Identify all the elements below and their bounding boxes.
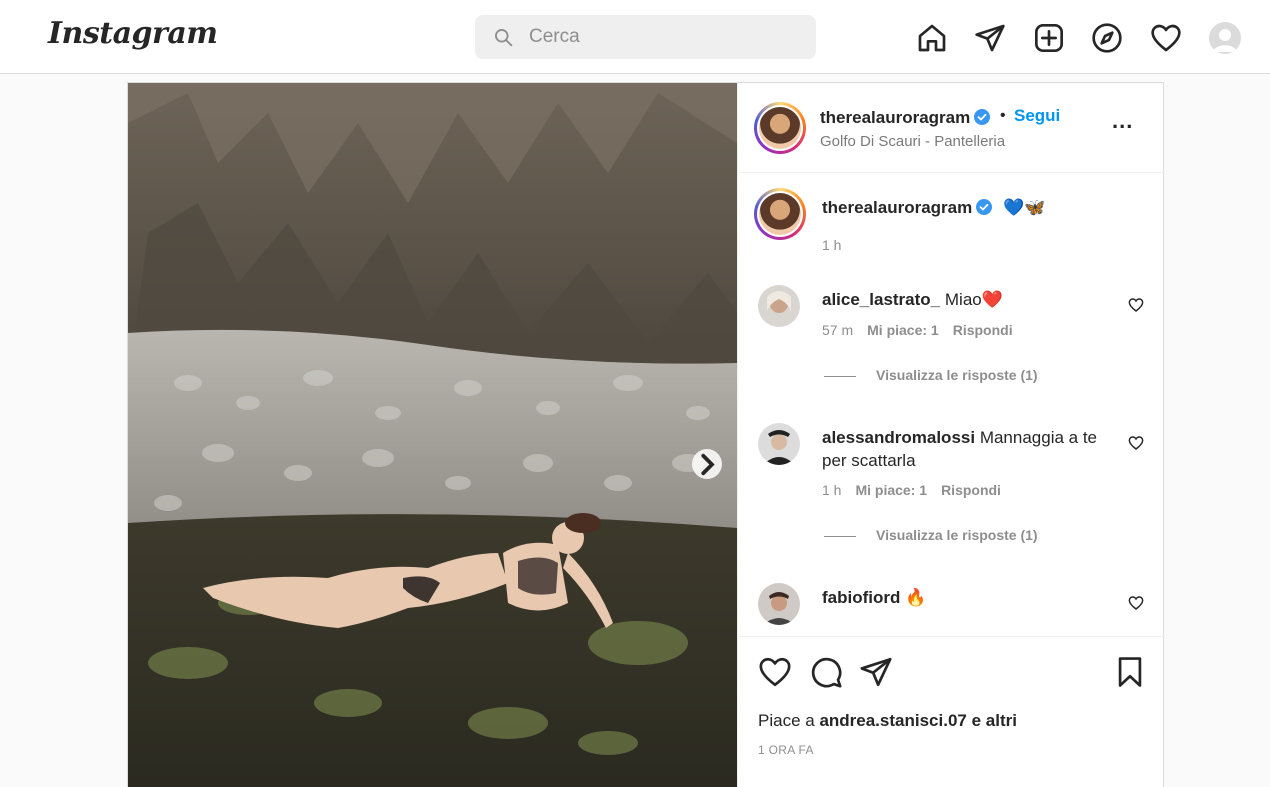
comments-list[interactable]: therealauroragram 💙🦋 1 h alice_lastrato_… xyxy=(738,174,1165,636)
caption-username[interactable]: therealauroragram xyxy=(822,198,972,217)
caption: therealauroragram 💙🦋 xyxy=(822,198,1045,218)
comment-text: fabiofiord 🔥 xyxy=(822,588,927,607)
follow-button[interactable]: Segui xyxy=(1014,106,1060,126)
comment-like-icon[interactable] xyxy=(1128,435,1144,451)
comment-like-icon[interactable] xyxy=(1128,297,1144,313)
post-actions: Piace a andrea.stanisci.07 e altri 1 ORA… xyxy=(738,636,1165,787)
separator-dot: • xyxy=(1000,107,1006,124)
caption-avatar[interactable] xyxy=(754,188,806,240)
commenter-avatar[interactable] xyxy=(758,583,800,625)
post-location[interactable]: Golfo Di Scauri - Pantelleria xyxy=(820,133,1005,150)
post-card: therealauroragram • Segui Golfo Di Scaur… xyxy=(127,82,1165,787)
comment-icon[interactable] xyxy=(809,655,843,689)
next-photo-button[interactable] xyxy=(692,449,722,479)
comment-likes-count[interactable]: Mi piace: 1 xyxy=(867,322,939,338)
author-username[interactable]: therealauroragram xyxy=(820,108,991,128)
search-box[interactable] xyxy=(475,15,816,59)
comment-text: alessandromalossi Mannaggia a te per sca… xyxy=(822,428,1098,470)
commenter-avatar[interactable] xyxy=(758,285,800,327)
comment-username[interactable]: alessandromalossi xyxy=(822,428,975,447)
view-replies-button[interactable]: Visualizza le risposte (1) xyxy=(824,527,1038,543)
comment-time[interactable]: 57 m xyxy=(822,322,853,338)
direct-icon[interactable] xyxy=(972,20,1008,56)
caption-time[interactable]: 1 h xyxy=(822,237,841,253)
comment-time[interactable]: 1 h xyxy=(822,482,841,498)
chevron-right-icon xyxy=(701,453,715,475)
liked-by: Piace a andrea.stanisci.07 e altri xyxy=(758,711,1017,730)
comment-likes-count[interactable]: Mi piace: 1 xyxy=(855,482,927,498)
verified-badge-icon xyxy=(976,199,993,215)
post-photo[interactable] xyxy=(128,83,737,787)
liked-by-username[interactable]: andrea.stanisci.07 xyxy=(819,711,966,730)
verified-badge-icon xyxy=(974,109,991,125)
post-header: therealauroragram • Segui Golfo Di Scaur… xyxy=(738,83,1165,173)
commenter-avatar[interactable] xyxy=(758,423,800,465)
view-replies-button[interactable]: Visualizza le risposte (1) xyxy=(824,367,1038,383)
comment-username[interactable]: fabiofiord xyxy=(822,588,900,607)
reply-button[interactable]: Rispondi xyxy=(941,482,1001,498)
comment-text: alice_lastrato_ Miao❤️ xyxy=(822,290,1003,309)
like-icon[interactable] xyxy=(758,655,792,689)
caption-text: 💙🦋 xyxy=(1002,198,1046,217)
post-sidebar: therealauroragram • Segui Golfo Di Scaur… xyxy=(737,83,1165,787)
new-post-icon[interactable] xyxy=(1031,20,1067,56)
reply-button[interactable]: Rispondi xyxy=(953,322,1013,338)
save-icon[interactable] xyxy=(1113,655,1147,689)
explore-icon[interactable] xyxy=(1089,20,1125,56)
post-timestamp[interactable]: 1 ORA FA xyxy=(758,743,814,757)
search-input[interactable] xyxy=(529,25,789,49)
comment-username[interactable]: alice_lastrato_ xyxy=(822,290,940,309)
more-options-icon[interactable]: ... xyxy=(1112,110,1142,139)
search-icon xyxy=(495,29,513,47)
instagram-logo[interactable]: Instagram xyxy=(48,16,218,51)
comment-like-icon[interactable] xyxy=(1128,595,1144,611)
profile-avatar[interactable] xyxy=(1209,22,1241,54)
home-icon[interactable] xyxy=(914,20,950,56)
comment-meta: 1 h Mi piace: 1 Rispondi xyxy=(822,482,1015,498)
top-navigation-bar: Instagram xyxy=(0,0,1270,74)
comment-meta: 57 m Mi piace: 1 Rispondi xyxy=(822,322,1027,338)
share-icon[interactable] xyxy=(859,655,893,689)
author-avatar[interactable] xyxy=(754,102,806,154)
activity-icon[interactable] xyxy=(1148,20,1184,56)
